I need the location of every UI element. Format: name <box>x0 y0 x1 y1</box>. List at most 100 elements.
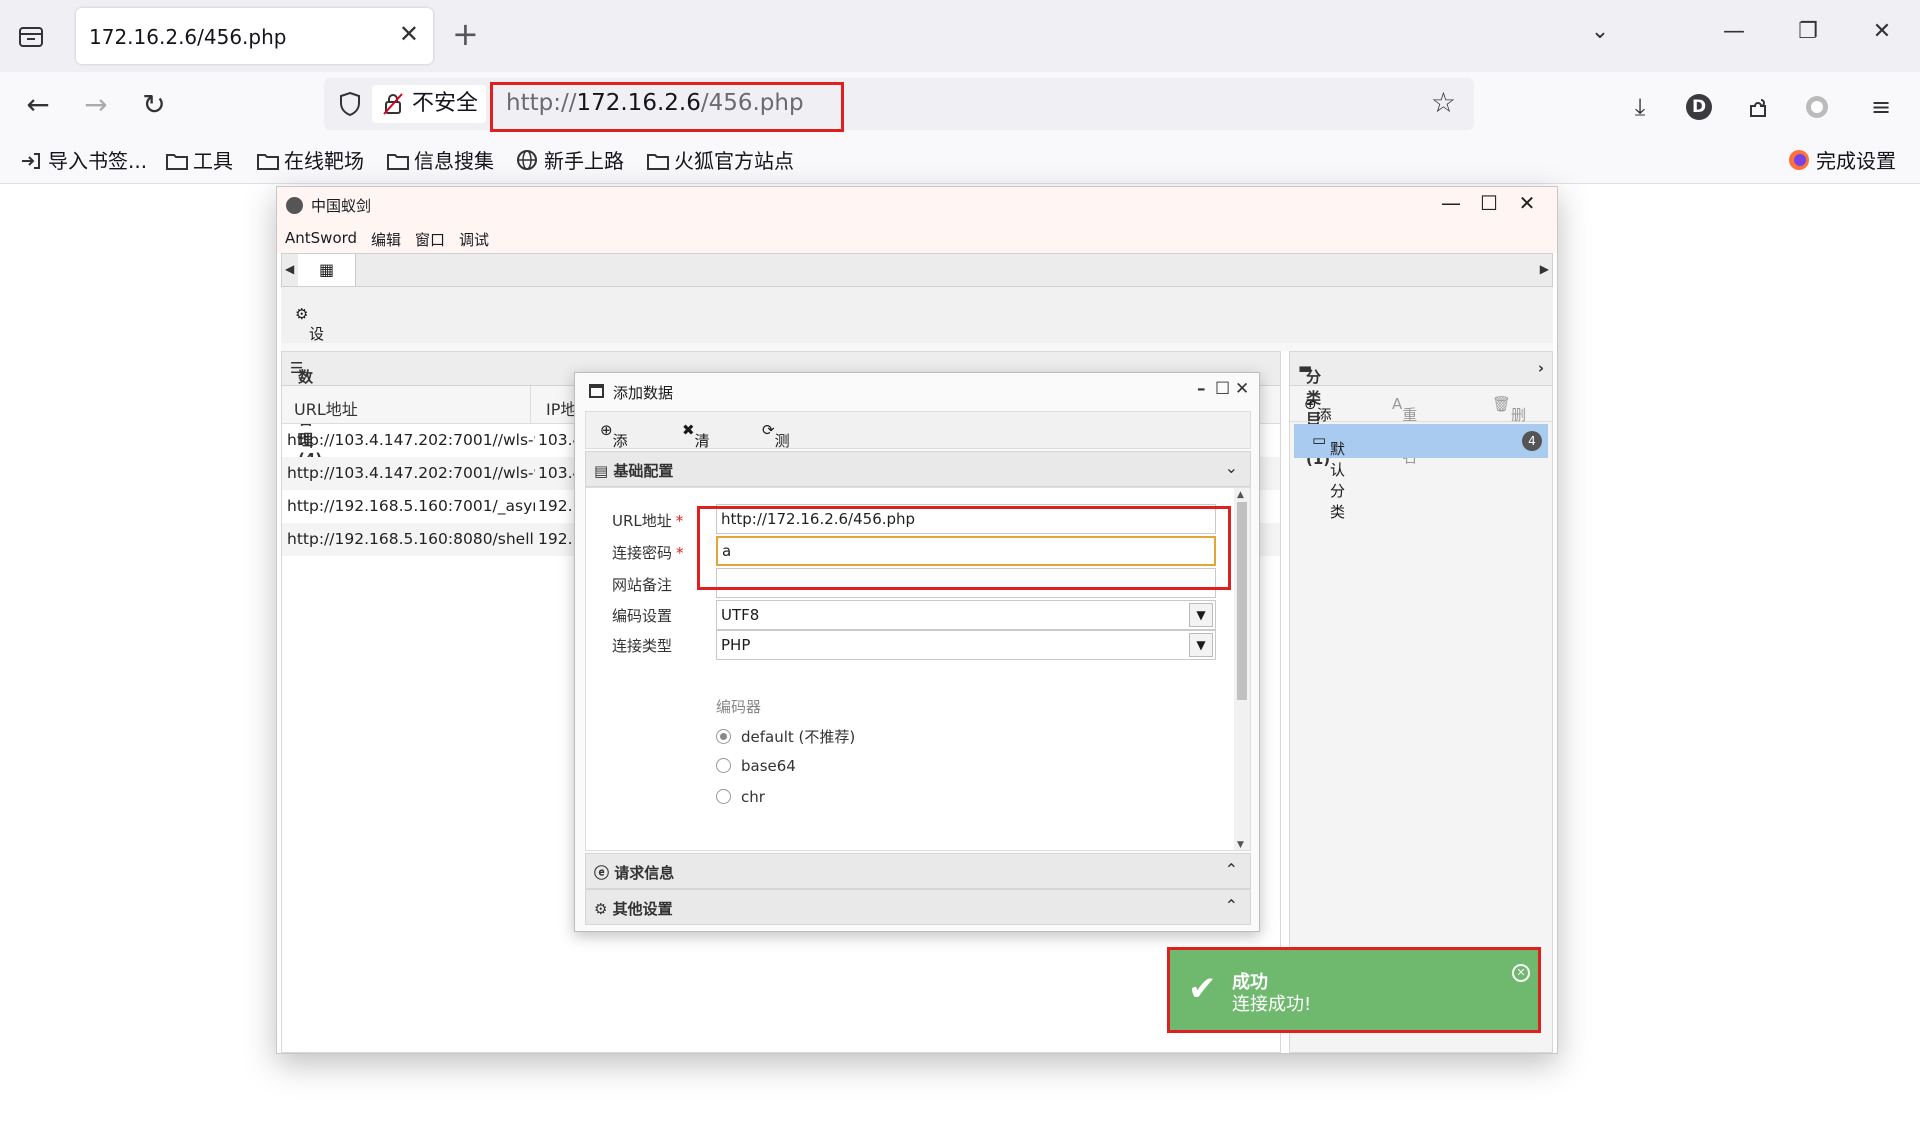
folder-icon <box>646 149 670 170</box>
bookmark-folder-online-range[interactable]: 在线靶场 <box>256 146 364 176</box>
antsword-titlebar: 中国蚁剑 — ☐ ✕ <box>277 187 1557 223</box>
antsword-menubar: AntSword 编辑 窗口 调试 <box>277 223 1557 253</box>
scroll-down-icon[interactable]: ▼ <box>1237 840 1244 850</box>
chevron-up-icon: ⌃ <box>1224 896 1238 915</box>
globe-icon <box>516 149 540 170</box>
reload-icon[interactable]: ↻ <box>134 86 174 124</box>
column-url[interactable]: URL地址 <box>294 396 358 420</box>
ant-maximize-icon[interactable]: ☐ <box>1469 191 1509 215</box>
menu-icon[interactable]: ≡ <box>1864 90 1898 124</box>
new-tab-button[interactable]: + <box>452 18 479 50</box>
bookmarks-toolbar: 导入书签... 工具 在线靶场 信息搜集 新手上路 火狐官方站点 完成设置 <box>0 138 1920 184</box>
encoder-option-label: default (不推荐) <box>741 728 856 746</box>
type-label: 连接类型 <box>612 637 673 655</box>
bookmark-folder-firefox[interactable]: 火狐官方站点 <box>646 146 794 176</box>
firefox-logo-icon <box>1788 149 1812 170</box>
splitter[interactable] <box>281 343 1553 351</box>
encoding-label: 编码设置 <box>612 607 673 625</box>
settings-button[interactable]: ⚙ 设置 <box>295 305 324 364</box>
finish-setup-label: 完成设置 <box>1816 149 1896 173</box>
section-basic-text: 基础配置 <box>613 462 674 480</box>
tab-scroll-right-icon[interactable]: ▶ <box>1540 262 1549 276</box>
dialog-clear-button[interactable]: ✖ 清空 <box>682 421 710 471</box>
dialog-maximize-icon[interactable]: ☐ <box>1215 379 1230 399</box>
minimize-icon[interactable]: — <box>1714 18 1754 46</box>
category-add-button[interactable]: ⊕ 添加 <box>1304 395 1332 445</box>
dialog-close-icon[interactable]: ✕ <box>1235 379 1249 399</box>
form-scrollbar[interactable]: ▲ ▼ <box>1234 488 1250 850</box>
encoder-option-label: base64 <box>741 757 796 775</box>
bookmark-label: 导入书签... <box>48 149 148 173</box>
insecure-indicator[interactable]: 不安全 <box>372 85 487 123</box>
type-select[interactable]: PHP ▼ <box>716 630 1216 660</box>
browser-tab[interactable]: 172.16.2.6/456.php ✕ <box>76 8 433 64</box>
category-item-default[interactable]: ▭ 默认分类 4 <box>1294 424 1548 521</box>
bookmark-folder-info-gathering[interactable]: 信息搜集 <box>386 146 494 176</box>
scroll-up-icon[interactable]: ▲ <box>1237 490 1244 500</box>
menu-window[interactable]: 窗口 <box>415 229 445 250</box>
category-rename-button[interactable]: A 重命名 <box>1392 395 1417 466</box>
row-url: http://192.168.5.160:8080/shell2. <box>287 530 535 548</box>
folder-icon <box>165 149 189 170</box>
password-label: 连接密码 * <box>612 542 684 563</box>
back-icon[interactable]: ← <box>18 86 58 124</box>
bookmark-label: 新手上路 <box>544 149 624 173</box>
section-request-text: 请求信息 <box>614 864 675 882</box>
radio-icon <box>716 789 731 804</box>
bookmark-star-icon[interactable]: ☆ <box>1431 88 1456 118</box>
column-ip[interactable]: IP地 <box>546 396 576 420</box>
row-url: http://103.4.147.202:7001//wls-w <box>287 431 535 449</box>
restore-icon[interactable]: ❐ <box>1788 18 1828 46</box>
section-request-title: ⓔ 请求信息 <box>594 864 675 882</box>
antsword-title: 中国蚁剑 <box>311 197 372 215</box>
encoder-option-default[interactable]: default (不推荐) <box>716 726 855 747</box>
window-icon <box>589 384 604 398</box>
encoding-select[interactable]: UTF8 ▼ <box>716 600 1216 630</box>
bookmark-label: 在线靶场 <box>284 149 364 173</box>
encoder-option-base64[interactable]: base64 <box>716 757 796 775</box>
dialog-minimize-icon[interactable]: – <box>1197 379 1206 399</box>
dialog-titlebar[interactable]: 添加数据 – ☐ ✕ <box>575 373 1259 409</box>
antsword-tabbar: ◀ ▦ ▶ <box>281 253 1553 287</box>
encoder-option-label: chr <box>741 788 765 806</box>
bookmark-folder-tools[interactable]: 工具 <box>165 146 233 176</box>
account-avatar: D <box>1686 94 1712 120</box>
extension-record-icon[interactable] <box>1800 90 1834 124</box>
forward-icon[interactable]: → <box>76 86 116 124</box>
home-tab-grid-icon[interactable]: ▦ <box>298 254 356 286</box>
dialog-add-button[interactable]: ⊕ 添加 <box>600 421 628 471</box>
tab-close-icon[interactable]: ✕ <box>399 22 419 46</box>
add-data-dialog: 添加数据 – ☐ ✕ ⊕ 添加 ✖ 清空 ⟳ 测试连接 ▤ 基础配置 ⌄ URL… <box>574 372 1260 932</box>
account-icon[interactable]: D <box>1682 90 1716 124</box>
section-other-settings[interactable]: ⚙ 其他设置 ⌃ <box>585 889 1251 925</box>
folder-icon <box>256 149 280 170</box>
menu-edit[interactable]: 编辑 <box>371 229 401 250</box>
downloads-icon[interactable]: ⤓ <box>1623 90 1657 124</box>
bookmark-import[interactable]: 导入书签... <box>20 146 147 176</box>
scroll-thumb[interactable] <box>1237 502 1247 700</box>
tab-list-icon[interactable] <box>14 20 48 54</box>
window-close-icon[interactable]: ✕ <box>1862 18 1902 46</box>
column-divider <box>530 386 531 424</box>
menu-antsword[interactable]: AntSword <box>285 229 357 247</box>
category-delete-button[interactable]: 🗑 删除 <box>1492 395 1526 445</box>
list-all-tabs-icon[interactable]: ⌄ <box>1580 18 1620 46</box>
section-basic-config[interactable]: ▤ 基础配置 ⌄ <box>585 451 1251 487</box>
menu-debug[interactable]: 调试 <box>459 229 489 250</box>
dialog-toolbar: ⊕ 添加 ✖ 清空 ⟳ 测试连接 <box>585 411 1251 513</box>
tab-scroll-left-icon[interactable]: ◀ <box>285 262 294 276</box>
extensions-icon[interactable] <box>1741 90 1775 124</box>
collapse-chevron-icon[interactable]: › <box>1538 359 1544 377</box>
ant-close-icon[interactable]: ✕ <box>1507 191 1547 215</box>
bookmark-getting-started[interactable]: 新手上路 <box>516 146 624 176</box>
encoder-option-chr[interactable]: chr <box>716 788 765 806</box>
category-item-label: ▭ 默认分类 <box>1312 431 1346 521</box>
ant-minimize-icon[interactable]: — <box>1431 191 1471 215</box>
toast-highlight-box <box>1167 947 1541 1033</box>
section-request-info[interactable]: ⓔ 请求信息 ⌃ <box>585 853 1251 889</box>
shield-icon[interactable] <box>336 90 364 118</box>
url-highlight-box <box>490 82 844 132</box>
test-connection-button[interactable]: ⟳ 测试连接 <box>762 421 790 513</box>
finish-setup-button[interactable]: 完成设置 <box>1788 146 1896 176</box>
category-item-text: 默认分类 <box>1330 440 1346 521</box>
